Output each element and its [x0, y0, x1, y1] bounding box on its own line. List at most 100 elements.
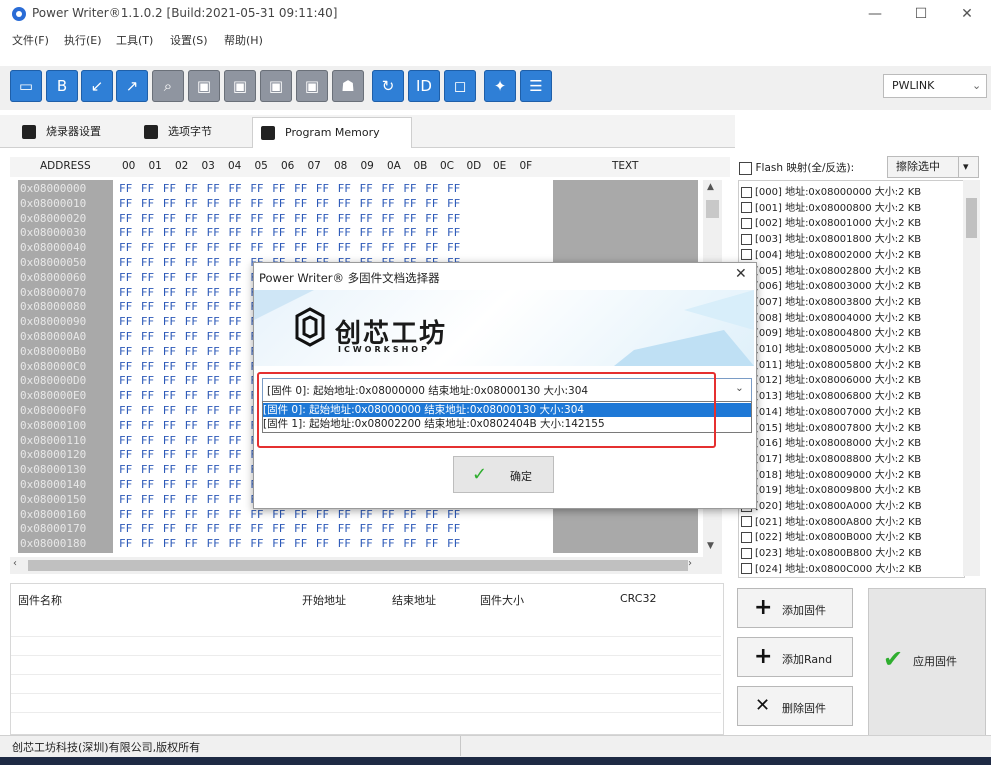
magic-icon[interactable]: ✦: [484, 70, 516, 102]
address-cell: 0x080000A0: [20, 330, 87, 343]
open-icon[interactable]: ▭: [10, 70, 42, 102]
flash-sector-item[interactable]: [004] 地址:0x08002000 大小:2 KB: [741, 246, 921, 261]
search-icon[interactable]: ⌕: [152, 70, 184, 102]
ok-button[interactable]: ✓ 确定: [453, 456, 554, 493]
sector-label: [022] 地址:0x0800B000 大小:2 KB: [755, 532, 922, 544]
flash-sector-item[interactable]: [008] 地址:0x08004000 大小:2 KB: [741, 309, 921, 324]
flash-sector-item[interactable]: [017] 地址:0x08008800 大小:2 KB: [741, 450, 921, 465]
flash-sector-item[interactable]: [002] 地址:0x08001000 大小:2 KB: [741, 214, 921, 229]
verify-icon[interactable]: ▣: [260, 70, 292, 102]
upload-icon[interactable]: ↗: [116, 70, 148, 102]
flash-sector-item[interactable]: [012] 地址:0x08006000 大小:2 KB: [741, 371, 921, 386]
hex-row[interactable]: FF FF FF FF FF FF FF FF FF FF FF FF FF F…: [119, 226, 460, 239]
add-firmware-button[interactable]: + 添加固件: [737, 588, 853, 628]
flash-sector-item[interactable]: [006] 地址:0x08003000 大小:2 KB: [741, 277, 921, 292]
flash-sector-item[interactable]: [005] 地址:0x08002800 大小:2 KB: [741, 262, 921, 277]
menu-execute[interactable]: 执行(E): [64, 32, 102, 48]
menu-settings[interactable]: 设置(S): [170, 32, 208, 48]
flash-sector-item[interactable]: [016] 地址:0x08008000 大小:2 KB: [741, 434, 921, 449]
stop-icon[interactable]: ◻: [444, 70, 476, 102]
flash-sector-item[interactable]: [022] 地址:0x0800B000 大小:2 KB: [741, 528, 922, 543]
flash-sector-item[interactable]: [018] 地址:0x08009000 大小:2 KB: [741, 466, 921, 481]
scroll-up-icon[interactable]: ▲: [707, 182, 714, 192]
sector-checkbox[interactable]: [741, 249, 752, 261]
apply-firmware-button[interactable]: ✔ 应用固件: [868, 588, 986, 736]
address-cell: 0x08000030: [20, 226, 87, 240]
dialog-close-icon[interactable]: ✕: [735, 266, 747, 282]
flash-select-all[interactable]: Flash 映射(全/反选):: [739, 160, 854, 175]
flash-sector-item[interactable]: [021] 地址:0x0800A800 大小:2 KB: [741, 513, 922, 528]
sector-checkbox[interactable]: [741, 563, 752, 575]
erase-icon[interactable]: ▣: [296, 70, 328, 102]
robot-icon[interactable]: ☗: [332, 70, 364, 102]
tab-option-bytes[interactable]: 选项字节: [144, 117, 244, 147]
flash-sector-item[interactable]: [003] 地址:0x08001800 大小:2 KB: [741, 230, 921, 245]
tab-writer-settings[interactable]: 烧录器设置: [22, 117, 132, 147]
sector-label: [017] 地址:0x08008800 大小:2 KB: [755, 453, 922, 465]
sector-label: [023] 地址:0x0800B800 大小:2 KB: [755, 548, 922, 560]
menu-help[interactable]: 帮助(H): [224, 32, 263, 48]
delete-firmware-button[interactable]: ✕ 删除固件: [737, 686, 853, 726]
sector-checkbox[interactable]: [741, 202, 752, 214]
flash-sector-item[interactable]: [014] 地址:0x08007000 大小:2 KB: [741, 403, 921, 418]
sector-checkbox[interactable]: [741, 217, 752, 229]
flash-sector-item[interactable]: [001] 地址:0x08000800 大小:2 KB: [741, 199, 921, 214]
flash-sector-item[interactable]: [023] 地址:0x0800B800 大小:2 KB: [741, 544, 922, 559]
sector-checkbox[interactable]: [741, 516, 752, 528]
flash-scrollbar[interactable]: [963, 180, 980, 576]
hex-horizontal-scrollbar[interactable]: [10, 557, 722, 574]
close-button[interactable]: ✕: [944, 0, 990, 28]
flash-sector-item[interactable]: [011] 地址:0x08005800 大小:2 KB: [741, 356, 921, 371]
plus-icon: +: [754, 644, 773, 669]
read-icon[interactable]: ▣: [188, 70, 220, 102]
x-icon: ✕: [755, 695, 771, 716]
flash-sector-item[interactable]: [000] 地址:0x08000000 大小:2 KB: [741, 183, 921, 198]
banner-decoration: [254, 290, 754, 366]
flash-sector-item[interactable]: [019] 地址:0x08009800 大小:2 KB: [741, 481, 921, 496]
scroll-down-icon[interactable]: ▼: [707, 541, 714, 551]
hex-row[interactable]: FF FF FF FF FF FF FF FF FF FF FF FF FF F…: [119, 197, 460, 210]
flash-sector-item[interactable]: [010] 地址:0x08005000 大小:2 KB: [741, 340, 921, 355]
flash-sector-item[interactable]: [013] 地址:0x08006800 大小:2 KB: [741, 387, 921, 402]
hex-column-header: 01: [148, 160, 162, 172]
erase-selected-button[interactable]: 擦除选中 ▾: [887, 156, 979, 178]
address-cell: 0x080000C0: [20, 359, 87, 373]
hex-row[interactable]: FF FF FF FF FF FF FF FF FF FF FF FF FF F…: [119, 522, 460, 535]
script-icon[interactable]: ☰: [520, 70, 552, 102]
flash-sector-item[interactable]: [009] 地址:0x08004800 大小:2 KB: [741, 324, 921, 339]
flash-sector-list[interactable]: [000] 地址:0x08000000 大小:2 KB [001] 地址:0x08…: [738, 180, 965, 578]
sector-checkbox[interactable]: [741, 547, 752, 559]
hex-row[interactable]: FF FF FF FF FF FF FF FF FF FF FF FF FF F…: [119, 182, 460, 195]
select-all-checkbox[interactable]: [739, 161, 752, 175]
add-rand-button[interactable]: + 添加Rand: [737, 637, 853, 677]
minimize-button[interactable]: —: [852, 0, 898, 28]
flash-sector-item[interactable]: [024] 地址:0x0800C000 大小:2 KB: [741, 560, 922, 575]
tab-label: 烧录器设置: [46, 125, 101, 138]
maximize-button[interactable]: ☐: [898, 0, 944, 28]
tab-program-memory[interactable]: Program Memory: [252, 117, 412, 148]
menu-tools[interactable]: 工具(T): [116, 32, 153, 48]
hex-column-header: 0E: [493, 160, 507, 172]
sector-checkbox[interactable]: [741, 531, 752, 543]
menu-file[interactable]: 文件(F): [12, 32, 49, 48]
hex-row[interactable]: FF FF FF FF FF FF FF FF FF FF FF FF FF F…: [119, 212, 460, 225]
scroll-left-icon[interactable]: ‹: [13, 558, 17, 569]
write-icon[interactable]: ▣: [224, 70, 256, 102]
apply-firmware-label: 应用固件: [913, 655, 957, 668]
scroll-right-icon[interactable]: ›: [688, 558, 692, 569]
export-icon[interactable]: ↙: [81, 70, 113, 102]
sector-checkbox[interactable]: [741, 186, 752, 198]
flash-sector-item[interactable]: [020] 地址:0x0800A000 大小:2 KB: [741, 497, 922, 512]
port-select[interactable]: PWLINK ⌄: [883, 74, 987, 98]
flash-sector-item[interactable]: [007] 地址:0x08003800 大小:2 KB: [741, 293, 921, 308]
refresh-icon[interactable]: ↻: [372, 70, 404, 102]
hex-row[interactable]: FF FF FF FF FF FF FF FF FF FF FF FF FF F…: [119, 537, 460, 550]
flash-sector-item[interactable]: [015] 地址:0x08007800 大小:2 KB: [741, 419, 921, 434]
sector-checkbox[interactable]: [741, 233, 752, 245]
save-icon[interactable]: B: [46, 70, 78, 102]
hex-row[interactable]: FF FF FF FF FF FF FF FF FF FF FF FF FF F…: [119, 508, 460, 521]
hex-row[interactable]: FF FF FF FF FF FF FF FF FF FF FF FF FF F…: [119, 241, 460, 254]
col-end-address: 结束地址: [392, 594, 436, 607]
id-icon[interactable]: ID: [408, 70, 440, 102]
add-firmware-label: 添加固件: [782, 604, 826, 617]
